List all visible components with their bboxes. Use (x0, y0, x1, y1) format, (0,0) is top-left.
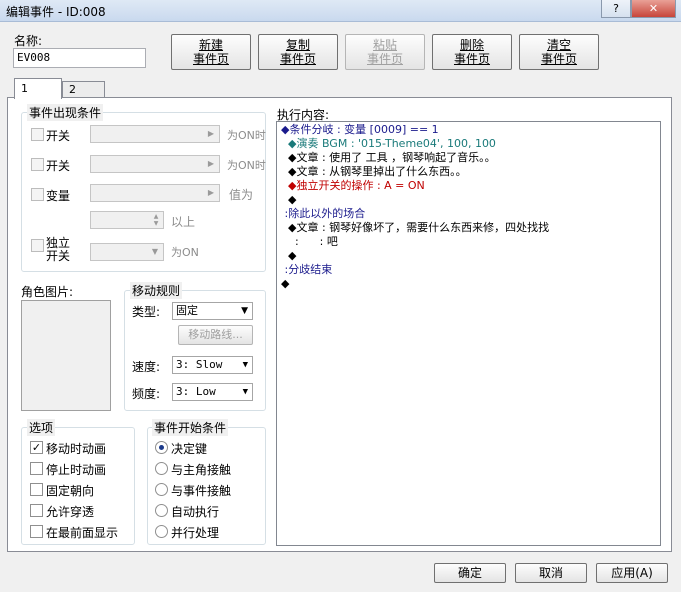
option-through-label: 允许穿透 (46, 505, 95, 519)
trigger-action-label: 决定键 (171, 442, 208, 456)
movement-title: 移动规则 (130, 282, 183, 299)
option-direction-fix-checkbox[interactable] (30, 483, 43, 496)
trigger-parallel-radio[interactable] (155, 525, 168, 538)
graphic-title: 角色图片: (21, 285, 74, 299)
option-direction-fix-label: 固定朝向 (46, 484, 95, 498)
ok-button[interactable]: 确定 (434, 563, 506, 583)
variable-select[interactable]: ▶ (90, 184, 220, 202)
variable-suffix: 值为 (229, 188, 254, 202)
chevron-down-icon: ▼ (242, 387, 248, 397)
trigger-autorun-label: 自动执行 (171, 505, 220, 519)
option-always-top-checkbox[interactable] (30, 525, 43, 538)
move-route-button[interactable]: 移动路线... (178, 325, 253, 345)
chevron-down-icon: ▼ (151, 247, 159, 256)
variable-checkbox[interactable] (31, 188, 44, 201)
self-switch-suffix: 为ON (171, 246, 199, 259)
trigger-event-touch-radio[interactable] (155, 483, 168, 496)
move-speed-select[interactable]: 3: Slow ▼ (172, 356, 253, 374)
command-line[interactable]: ◆独立开关的操作 : A = ON (281, 179, 656, 193)
new-page-button[interactable]: 新建 事件页 (171, 34, 251, 70)
command-line[interactable]: : : 吧 (281, 235, 656, 249)
command-line[interactable]: ◆ (281, 193, 656, 207)
self-switch-label: 独立 开关 (46, 236, 71, 263)
arrow-right-icon: ▶ (207, 129, 215, 138)
move-frequency-select[interactable]: 3: Low ▼ (172, 383, 253, 401)
name-label: 名称: (14, 34, 43, 48)
above-label: 以上 (171, 215, 196, 229)
trigger-event-touch-label: 与事件接触 (171, 484, 232, 498)
close-button[interactable]: ✕ (631, 0, 676, 18)
conditions-title: 事件出现条件 (27, 104, 104, 121)
spin-down-icon[interactable]: ▼ (150, 220, 162, 227)
tab-page-2[interactable]: 2 (62, 81, 105, 97)
switch2-checkbox[interactable] (31, 158, 44, 171)
tab-page-1[interactable]: 1 (14, 78, 62, 99)
paste-page-button[interactable]: 粘贴 事件页 (345, 34, 425, 70)
switch2-suffix: 为ON时 (227, 159, 266, 172)
window-title: 编辑事件 - ID:008 (6, 5, 106, 19)
variable-value-spinner[interactable]: ▲ ▼ (90, 211, 164, 229)
move-type-label: 类型: (132, 305, 161, 319)
command-line[interactable]: :除此以外的场合 (281, 207, 656, 221)
clear-page-button[interactable]: 清空 事件页 (519, 34, 599, 70)
self-switch-select[interactable]: ▼ (90, 243, 164, 261)
command-line[interactable]: ◆文章 : 钢琴好像坏了，需要什么东西来修，四处找找 (281, 221, 656, 235)
apply-button[interactable]: 应用(A) (596, 563, 668, 583)
cancel-button[interactable]: 取消 (515, 563, 587, 583)
options-title: 选项 (27, 419, 56, 436)
trigger-player-touch-label: 与主角接触 (171, 463, 232, 477)
option-walk-anime-label: 移动时动画 (46, 442, 107, 456)
command-line[interactable]: ◆ (281, 277, 656, 291)
trigger-parallel-label: 并行处理 (171, 526, 220, 540)
move-type-select[interactable]: 固定 ▼ (172, 302, 253, 320)
option-always-top-label: 在最前面显示 (46, 526, 119, 540)
graphic-preview[interactable] (21, 300, 111, 411)
trigger-title: 事件开始条件 (152, 419, 229, 436)
trigger-autorun-radio[interactable] (155, 504, 168, 517)
event-command-list[interactable]: ◆条件分岐 : 变量 [0009] == 1 ◆演奏 BGM : '015-Th… (276, 121, 661, 546)
delete-page-button[interactable]: 删除 事件页 (432, 34, 512, 70)
command-line[interactable]: :分歧结束 (281, 263, 656, 277)
move-frequency-label: 频度: (132, 387, 161, 401)
option-walk-anime-checkbox[interactable]: ✓ (30, 441, 43, 454)
option-step-anime-label: 停止时动画 (46, 463, 107, 477)
chevron-down-icon: ▼ (242, 360, 248, 370)
option-step-anime-checkbox[interactable] (30, 462, 43, 475)
command-line[interactable]: ◆文章 : 使用了 工具 ，钢琴响起了音乐。。 (281, 151, 656, 165)
arrow-right-icon: ▶ (207, 159, 215, 168)
move-speed-label: 速度: (132, 360, 161, 374)
option-through-checkbox[interactable] (30, 504, 43, 517)
switch2-select[interactable]: ▶ (90, 155, 220, 173)
trigger-action-radio[interactable] (155, 441, 168, 454)
command-line[interactable]: ◆文章 : 从钢琴里掉出了什么东西。。 (281, 165, 656, 179)
switch2-label: 开关 (46, 159, 71, 173)
switch1-select[interactable]: ▶ (90, 125, 220, 143)
arrow-right-icon: ▶ (207, 188, 215, 197)
self-switch-checkbox[interactable] (31, 239, 44, 252)
command-line[interactable]: ◆演奏 BGM : '015-Theme04', 100, 100 (281, 137, 656, 151)
trigger-player-touch-radio[interactable] (155, 462, 168, 475)
switch1-label: 开关 (46, 129, 71, 143)
command-line[interactable]: ◆ (281, 249, 656, 263)
command-line[interactable]: ◆条件分岐 : 变量 [0009] == 1 (281, 123, 656, 137)
help-button[interactable]: ? (601, 0, 631, 18)
switch1-checkbox[interactable] (31, 128, 44, 141)
switch1-suffix: 为ON时 (227, 129, 266, 142)
copy-page-button[interactable]: 复制 事件页 (258, 34, 338, 70)
variable-label: 变量 (46, 189, 71, 203)
name-input[interactable]: EV008 (13, 48, 146, 68)
chevron-down-icon: ▼ (241, 306, 248, 316)
spin-up-icon[interactable]: ▲ (150, 213, 162, 220)
